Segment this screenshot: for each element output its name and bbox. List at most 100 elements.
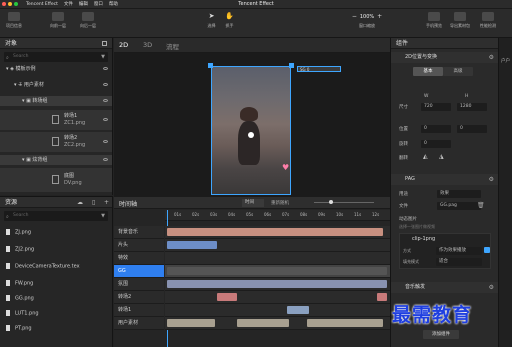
send-backward-button[interactable]: 向后一层 <box>80 12 96 36</box>
track-row[interactable] <box>165 291 390 304</box>
track-row[interactable] <box>165 317 390 330</box>
track-label[interactable]: 转场1 <box>114 304 164 317</box>
timeline-clip[interactable] <box>167 280 387 288</box>
timeline-clip[interactable] <box>237 319 289 327</box>
section-2d-transform[interactable]: 2D位置与变换 ⚙ <box>391 52 499 63</box>
file-field[interactable]: GG.pag <box>437 202 481 210</box>
track-label[interactable]: 转场2 <box>114 291 164 304</box>
track-label[interactable]: 背景音乐 <box>114 226 164 239</box>
asset-item[interactable]: GG.png <box>6 295 34 302</box>
eye-icon[interactable] <box>103 140 108 143</box>
clip-mode-select[interactable]: 作为效果播放 <box>436 247 482 255</box>
eye-icon[interactable] <box>103 118 108 121</box>
section-pag[interactable]: PAG ⚙ <box>391 174 499 185</box>
gear-icon[interactable]: ⚙ <box>489 282 494 293</box>
bring-forward-button[interactable]: 向前一层 <box>50 12 66 36</box>
tab-basic[interactable]: 基本 <box>413 67 443 76</box>
resize-handle[interactable] <box>208 63 213 68</box>
track-label[interactable]: 特效 <box>114 252 164 265</box>
track-label-selected[interactable]: GG <box>114 265 164 278</box>
tab-advanced[interactable]: 高级 <box>443 67 473 76</box>
tree-item-template[interactable]: ▾ ◈ 模板示例 <box>0 64 112 74</box>
eye-icon[interactable] <box>103 99 108 102</box>
menu-help[interactable]: 帮助 <box>109 1 118 7</box>
select-tool-button[interactable]: ➤ 选择 <box>207 12 216 36</box>
menu-app[interactable]: Tencent Effect <box>26 2 58 7</box>
window-zoom-control[interactable]: − 100% + 窗口缩放 <box>352 12 382 36</box>
tab-3d[interactable]: 3D <box>143 41 152 49</box>
minimize-window-icon[interactable] <box>8 2 12 6</box>
document-icon[interactable]: ▯ <box>92 199 95 206</box>
close-window-icon[interactable] <box>2 2 6 6</box>
menu-file[interactable]: 文件 <box>64 1 73 7</box>
asset-item[interactable]: ZJ2.png <box>6 246 34 253</box>
tree-item-transition-group[interactable]: ▾ ▣ 转场组 <box>0 96 112 106</box>
filter-icon[interactable]: ▼ <box>101 52 105 62</box>
minus-icon[interactable]: − <box>352 13 357 20</box>
track-label[interactable]: 氛围 <box>114 278 164 291</box>
pivot-handle-icon[interactable] <box>248 132 254 138</box>
timeline-clip[interactable] <box>167 319 215 327</box>
phone-preview-button[interactable]: 手机预览 <box>426 12 442 36</box>
add-component-button[interactable]: 添加组件 <box>423 330 459 339</box>
performance-button[interactable]: 性能检测 <box>480 12 496 36</box>
tree-item-user-assets[interactable]: ▾ ⁜ 用户素材 <box>0 80 112 90</box>
menu-window[interactable]: 窗口 <box>94 1 103 7</box>
resize-handle[interactable] <box>289 63 294 68</box>
clip-color-swatch[interactable] <box>484 247 490 253</box>
cloud-icon[interactable]: ☁ <box>77 199 83 206</box>
add-object-icon[interactable] <box>102 41 107 46</box>
filter-icon[interactable]: ▼ <box>101 211 105 221</box>
zoom-slider[interactable] <box>314 202 374 203</box>
timeline-clip[interactable] <box>307 319 383 327</box>
project-info-button[interactable]: 项目信息 <box>6 12 22 36</box>
menu-edit[interactable]: 编辑 <box>79 1 88 7</box>
height-field[interactable]: 1280 <box>457 103 487 111</box>
eye-icon[interactable] <box>103 83 108 86</box>
timeline-clip[interactable] <box>167 267 387 275</box>
asset-item[interactable]: PT.png <box>6 325 32 332</box>
object-search-input[interactable]: ⌕ Search ▼ <box>4 52 108 62</box>
flip-horizontal-icon[interactable]: ◭ <box>423 153 428 160</box>
zoom-slider-knob[interactable] <box>329 200 333 204</box>
tab-flow[interactable]: 流程 <box>166 41 179 51</box>
tree-item-transition1[interactable]: 转场1 ZC1.png <box>0 110 112 130</box>
tree-item-transition2[interactable]: 转场2 ZC2.png <box>0 132 112 152</box>
tree-item-base-image[interactable]: 底图 DV.png <box>0 168 112 192</box>
usage-select[interactable]: 效果 <box>437 190 481 198</box>
section-music-trigger[interactable]: 音乐触发 ⚙ <box>391 282 499 293</box>
reset-random-button[interactable]: 重新随机 <box>271 200 289 206</box>
timeline-clip[interactable] <box>167 228 383 236</box>
trash-icon[interactable]: 🗑 <box>477 202 485 209</box>
time-ruler[interactable]: 01s 02s 03s 04s 05s 06s 07s 08s 09s 10s … <box>165 210 390 221</box>
track-row[interactable] <box>165 239 390 252</box>
timeline-clip[interactable] <box>167 241 217 249</box>
tree-item-background-group[interactable]: ▾ ▣ 炫背组 <box>0 155 112 165</box>
gear-icon[interactable]: ⚙ <box>489 174 494 185</box>
track-label[interactable]: 片头 <box>114 239 164 252</box>
add-asset-icon[interactable]: + <box>104 199 109 206</box>
track-row[interactable] <box>165 252 390 265</box>
clip-fill-select[interactable]: 适合 <box>436 258 482 266</box>
track-row[interactable] <box>165 304 390 317</box>
asset-item[interactable]: LUT1.png <box>6 310 39 317</box>
hand-tool-button[interactable]: ✋ 抓手 <box>225 12 234 36</box>
track-row[interactable] <box>165 226 390 239</box>
width-field[interactable]: 720 <box>421 103 451 111</box>
asset-item[interactable]: DeviceCameraTexture.tex <box>6 263 80 270</box>
track-row[interactable] <box>165 278 390 291</box>
asset-item[interactable]: ZJ.png <box>6 229 31 236</box>
rotation-field[interactable]: 0 <box>421 140 451 148</box>
flip-vertical-icon[interactable]: ◮ <box>439 153 444 160</box>
eye-icon[interactable] <box>103 158 108 161</box>
timeline-clip[interactable] <box>377 293 387 301</box>
timeline-clip[interactable] <box>217 293 237 301</box>
eye-icon[interactable] <box>103 67 108 70</box>
gear-icon[interactable]: ⚙ <box>489 52 494 63</box>
zoom-window-icon[interactable] <box>14 2 18 6</box>
preview-image[interactable]: ♥ <box>211 66 291 195</box>
track-row[interactable] <box>165 265 390 278</box>
assets-search-input[interactable]: ⌕ Search ▼ <box>4 211 108 221</box>
track-label[interactable]: 用户素材 <box>114 317 164 330</box>
position-y-field[interactable]: 0 <box>457 125 487 133</box>
